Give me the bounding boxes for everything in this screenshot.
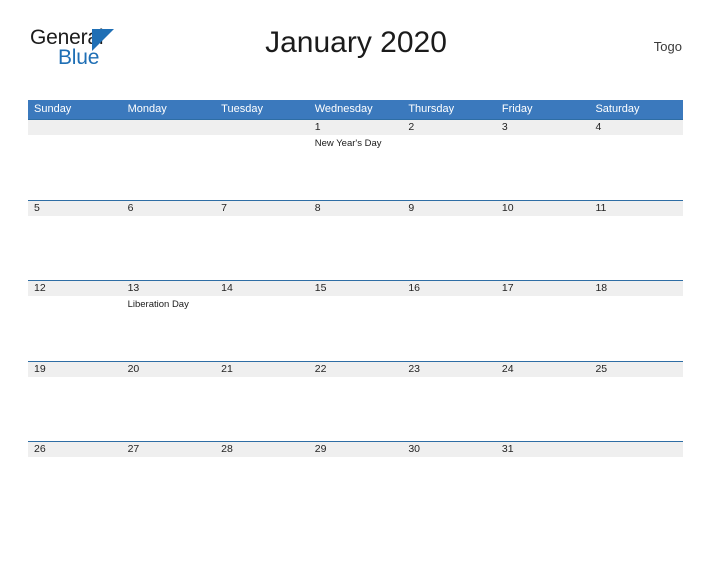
weekday-header-sunday: Sunday xyxy=(34,103,72,115)
day-number[interactable]: 19 xyxy=(28,362,122,377)
week-event-band: Liberation Day xyxy=(28,296,683,360)
week-event-band xyxy=(28,376,683,441)
week-row: 19 20 21 22 23 24 25 xyxy=(28,360,683,442)
week-date-band: 1 2 3 4 xyxy=(28,120,683,135)
day-event xyxy=(309,457,403,521)
week-event-band: New Year's Day xyxy=(28,135,683,199)
day-number[interactable]: 12 xyxy=(28,281,122,296)
day-event xyxy=(402,377,496,441)
day-event xyxy=(309,216,403,280)
day-event xyxy=(402,216,496,280)
day-event xyxy=(589,216,683,280)
day-number[interactable]: 26 xyxy=(28,442,122,457)
day-event xyxy=(402,296,496,360)
day-event xyxy=(589,135,683,199)
day-event xyxy=(122,135,216,199)
weekday-header-saturday: Saturday xyxy=(595,103,640,115)
day-event xyxy=(28,457,122,521)
day-event xyxy=(215,377,309,441)
day-event xyxy=(122,216,216,280)
day-number[interactable]: 30 xyxy=(402,442,496,457)
weekday-header-wednesday: Wednesday xyxy=(314,103,373,115)
page-header: General Blue January 2020 Togo xyxy=(0,22,712,80)
day-number[interactable]: 10 xyxy=(496,201,590,216)
day-number[interactable]: 15 xyxy=(309,281,403,296)
week-row: 1 2 3 4 New Year's Day xyxy=(28,119,683,200)
day-number[interactable]: 31 xyxy=(496,442,590,457)
weekday-header-thursday: Thursday xyxy=(408,103,455,115)
day-event xyxy=(496,135,590,199)
day-number[interactable]: 7 xyxy=(215,201,309,216)
region-label: Togo xyxy=(653,39,682,54)
day-event xyxy=(215,135,309,199)
day-event xyxy=(28,296,122,360)
page-title: January 2020 xyxy=(265,26,447,59)
day-number[interactable]: 5 xyxy=(28,201,122,216)
day-number[interactable]: 11 xyxy=(589,201,683,216)
day-number[interactable] xyxy=(122,120,216,135)
calendar-grid: Sunday Monday Tuesday Wednesday Thursday… xyxy=(28,100,683,522)
week-event-band xyxy=(28,215,683,280)
day-event xyxy=(309,296,403,360)
day-number[interactable]: 2 xyxy=(402,120,496,135)
day-number[interactable]: 28 xyxy=(215,442,309,457)
weekday-header-row: Sunday Monday Tuesday Wednesday Thursday… xyxy=(28,100,683,119)
day-event xyxy=(215,296,309,360)
day-event xyxy=(496,377,590,441)
day-number[interactable]: 18 xyxy=(589,281,683,296)
day-number[interactable]: 6 xyxy=(122,201,216,216)
day-event xyxy=(589,296,683,360)
day-event xyxy=(589,457,683,521)
day-event xyxy=(309,377,403,441)
day-number[interactable]: 4 xyxy=(589,120,683,135)
day-number[interactable]: 23 xyxy=(402,362,496,377)
week-date-band: 26 27 28 29 30 31 xyxy=(28,442,683,457)
week-row: 26 27 28 29 30 31 xyxy=(28,441,683,522)
day-number[interactable]: 9 xyxy=(402,201,496,216)
day-number[interactable]: 1 xyxy=(309,120,403,135)
day-event xyxy=(496,457,590,521)
day-number[interactable]: 16 xyxy=(402,281,496,296)
day-event xyxy=(122,457,216,521)
day-event xyxy=(496,296,590,360)
week-date-band: 19 20 21 22 23 24 25 xyxy=(28,361,683,377)
weekday-header-friday: Friday xyxy=(501,103,533,115)
day-event xyxy=(496,216,590,280)
day-event xyxy=(215,216,309,280)
day-event xyxy=(402,135,496,199)
day-number[interactable]: 24 xyxy=(496,362,590,377)
day-event xyxy=(28,216,122,280)
day-event xyxy=(28,377,122,441)
day-number[interactable] xyxy=(28,120,122,135)
week-date-band: 5 6 7 8 9 10 11 xyxy=(28,200,683,216)
day-event xyxy=(589,377,683,441)
day-number[interactable]: 27 xyxy=(122,442,216,457)
week-date-band: 12 13 14 15 16 17 18 xyxy=(28,281,683,296)
day-number[interactable]: 13 xyxy=(122,281,216,296)
day-event xyxy=(402,457,496,521)
day-number[interactable]: 17 xyxy=(496,281,590,296)
day-number[interactable] xyxy=(589,442,683,457)
day-event xyxy=(122,377,216,441)
week-row: 5 6 7 8 9 10 11 xyxy=(28,199,683,281)
day-number[interactable]: 22 xyxy=(309,362,403,377)
weekday-header-monday: Monday xyxy=(127,103,167,115)
weekday-header-tuesday: Tuesday xyxy=(221,103,263,115)
day-number[interactable]: 14 xyxy=(215,281,309,296)
day-number[interactable]: 21 xyxy=(215,362,309,377)
day-number[interactable]: 3 xyxy=(496,120,590,135)
day-number[interactable]: 8 xyxy=(309,201,403,216)
week-row: 12 13 14 15 16 17 18 Liberation Day xyxy=(28,280,683,361)
day-number[interactable] xyxy=(215,120,309,135)
calendar-page: General Blue January 2020 Togo Sunday Mo… xyxy=(0,22,712,572)
day-event xyxy=(215,457,309,521)
day-event xyxy=(28,135,122,199)
day-event: Liberation Day xyxy=(127,299,189,310)
day-event: New Year's Day xyxy=(314,138,382,149)
day-number[interactable]: 20 xyxy=(122,362,216,377)
day-number[interactable]: 25 xyxy=(589,362,683,377)
week-event-band xyxy=(28,457,683,521)
day-number[interactable]: 29 xyxy=(309,442,403,457)
